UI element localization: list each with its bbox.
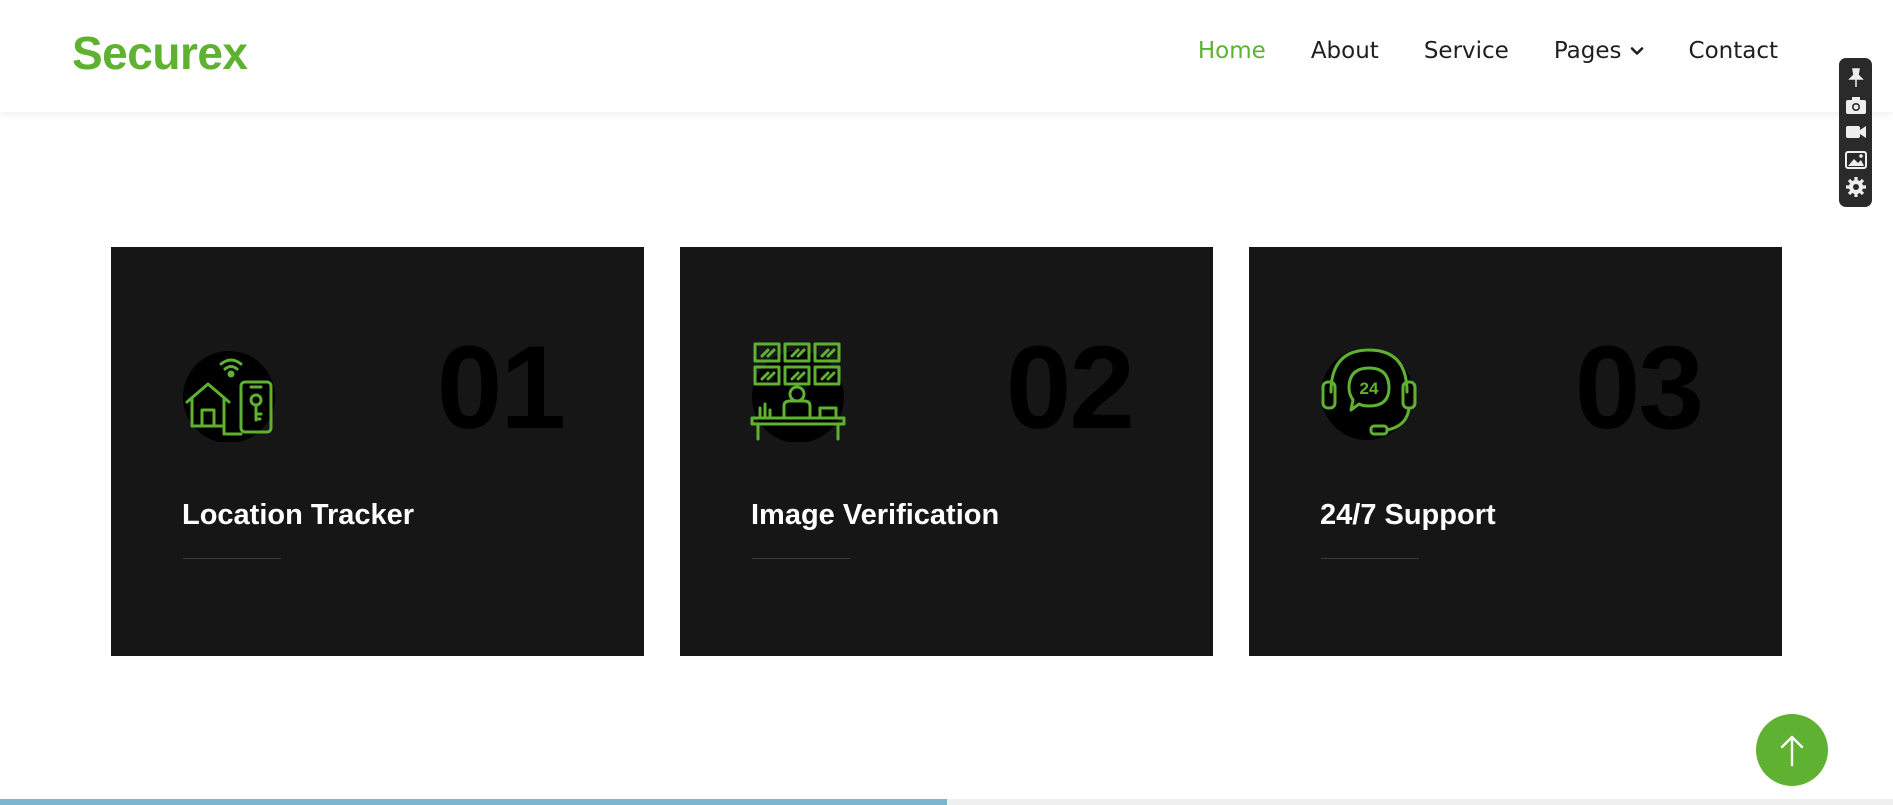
scroll-progress-fill (0, 799, 947, 805)
nav-service[interactable]: Service (1424, 38, 1509, 64)
pin-icon (1847, 67, 1864, 87)
gallery-button[interactable] (1843, 147, 1869, 173)
video-icon (1845, 126, 1866, 139)
settings-icon (1845, 177, 1866, 198)
nav-pages[interactable]: Pages (1554, 38, 1644, 64)
nav-pages-label: Pages (1553, 38, 1622, 64)
brand-logo[interactable]: Securex (72, 26, 248, 80)
svg-text:24: 24 (1360, 379, 1379, 398)
service-card[interactable]: 01 Location Tracker (111, 247, 644, 656)
divider (1321, 558, 1419, 559)
nav-contact[interactable]: Contact (1689, 38, 1778, 64)
divider (183, 558, 281, 559)
back-to-top-button[interactable] (1756, 714, 1828, 786)
chevron-down-icon (1630, 47, 1643, 55)
gallery-icon (1844, 150, 1867, 169)
divider (752, 558, 850, 559)
record-button[interactable] (1843, 119, 1869, 145)
support-headset-icon: 24 (1321, 348, 1417, 440)
nav-home[interactable]: Home (1198, 38, 1266, 64)
camera-icon (1845, 97, 1866, 115)
site-header: Securex Home About Service Pages Contact (0, 0, 1893, 112)
card-number: 02 (1005, 322, 1135, 454)
card-title: Location Tracker (182, 499, 415, 531)
nav-about[interactable]: About (1311, 38, 1379, 64)
card-title: 24/7 Support (1320, 499, 1496, 531)
floating-tool-panel (1839, 58, 1872, 207)
service-card[interactable]: 02 Image Verification (680, 247, 1213, 656)
pin-button[interactable] (1843, 65, 1869, 91)
screenshot-button[interactable] (1843, 92, 1869, 118)
service-card[interactable]: 24 03 24/7 Support (1249, 247, 1782, 656)
card-title: Image Verification (751, 499, 1000, 531)
scroll-progress-bar (0, 799, 1893, 805)
arrow-up-icon (1780, 735, 1804, 767)
surveillance-monitor-icon (750, 342, 846, 442)
card-number: 03 (1574, 322, 1704, 454)
main-nav: Home About Service Pages Contact (1198, 38, 1778, 64)
settings-button[interactable] (1843, 174, 1869, 200)
smart-home-icon (183, 351, 275, 442)
card-number: 01 (436, 322, 566, 454)
services-section: 01 Location Tracker 02 Image Verificatio… (111, 247, 1782, 656)
